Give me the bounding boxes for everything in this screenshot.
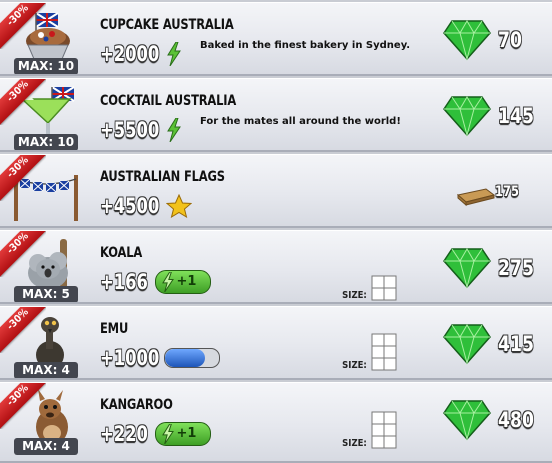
shop-item-australian-flags[interactable]: -30% AUSTRALIAN FLAGS +4500 175 — [0, 154, 552, 228]
shop-item-koala[interactable]: -30% MAX: 5 KOALA +166 +1 SIZE: 275 — [0, 230, 552, 304]
gem-icon — [443, 96, 491, 137]
energy-plus-badge: +1 — [155, 270, 212, 294]
size-grid-icon — [371, 333, 397, 371]
reward-amount: +1000 — [100, 346, 160, 370]
energy-bolt-icon — [167, 42, 181, 66]
reward-value: +1000 — [100, 345, 221, 371]
reward-amount: +2000 — [100, 42, 160, 66]
price-amount: 415 — [498, 332, 534, 356]
reward-amount: +220 — [100, 422, 148, 446]
item-description: Baked in the finest bakery in Sydney. — [200, 40, 411, 51]
size-indicator: SIZE: — [340, 333, 397, 371]
discount-ribbon: -30% — [0, 383, 46, 429]
buy-button[interactable]: 480 — [440, 395, 550, 445]
size-indicator: SIZE: — [340, 275, 397, 301]
item-name: EMU — [100, 321, 129, 337]
max-quantity-label: MAX: 4 — [14, 438, 78, 455]
reward-value: +4500 — [100, 193, 193, 219]
buy-button[interactable]: 145 — [440, 91, 550, 141]
buy-button[interactable]: 70 — [440, 15, 550, 65]
size-indicator: SIZE: — [340, 411, 397, 449]
discount-ribbon: -30% — [0, 79, 46, 125]
size-label: SIZE: — [342, 438, 367, 449]
gem-icon — [443, 324, 491, 365]
shop-item-kangaroo[interactable]: -30% MAX: 4 KANGAROO +220 +1 SIZE: 480 — [0, 382, 552, 463]
item-description: For the mates all around the world! — [200, 116, 401, 127]
wood-plank-icon — [456, 188, 496, 207]
size-grid-icon — [371, 275, 397, 301]
reward-value: +166 +1 — [100, 269, 212, 295]
reward-amount: +4500 — [100, 194, 160, 218]
reward-value: +5500 — [100, 117, 182, 143]
buy-button[interactable]: 275 — [440, 243, 550, 293]
energy-plus-badge: +1 — [155, 422, 212, 446]
reward-amount: +166 — [100, 270, 148, 294]
discount-ribbon: -30% — [0, 231, 46, 277]
item-name: KOALA — [100, 245, 143, 261]
max-quantity-label: MAX: 5 — [14, 286, 78, 302]
item-name: COCKTAIL AUSTRALIA — [100, 93, 237, 109]
shop-item-cupcake-australia[interactable]: -30% MAX: 10 CUPCAKE AUSTRALIA +2000 Bak… — [0, 2, 552, 76]
price-amount: 275 — [498, 256, 534, 280]
gem-icon — [443, 248, 491, 289]
energy-plus-value: +1 — [176, 426, 197, 441]
energy-plus-value: +1 — [176, 274, 197, 289]
size-label: SIZE: — [342, 360, 367, 371]
shop-item-list: -30% MAX: 10 CUPCAKE AUSTRALIA +2000 Bak… — [0, 0, 552, 463]
max-quantity-label: MAX: 10 — [14, 58, 78, 74]
gem-icon — [443, 400, 491, 441]
price-amount: 70 — [498, 28, 522, 52]
item-name: KANGAROO — [100, 397, 173, 413]
energy-bolt-icon — [162, 424, 175, 444]
item-name: AUSTRALIAN FLAGS — [100, 169, 225, 185]
buy-button[interactable]: 415 — [440, 319, 550, 369]
reward-amount: +5500 — [100, 118, 160, 142]
energy-bolt-icon — [162, 272, 175, 292]
buy-button[interactable]: 175 — [440, 167, 550, 217]
max-quantity-label: MAX: 10 — [14, 134, 78, 150]
item-name: CUPCAKE AUSTRALIA — [100, 17, 234, 33]
gem-icon — [443, 20, 491, 61]
blue-bar-icon — [164, 348, 221, 368]
shop-item-emu[interactable]: -30% MAX: 4 EMU +1000 SIZE: 415 — [0, 306, 552, 380]
max-quantity-label: MAX: 4 — [14, 362, 78, 378]
star-icon — [166, 194, 193, 218]
discount-ribbon: -30% — [0, 155, 46, 201]
size-label: SIZE: — [342, 290, 367, 301]
shop-item-cocktail-australia[interactable]: -30% MAX: 10 COCKTAIL AUSTRALIA +5500 Fo… — [0, 78, 552, 152]
reward-value: +220 +1 — [100, 421, 212, 447]
size-grid-icon — [371, 411, 397, 449]
discount-ribbon: -30% — [0, 307, 46, 353]
discount-ribbon: -30% — [0, 3, 46, 49]
price-amount: 480 — [498, 408, 534, 432]
reward-value: +2000 — [100, 41, 182, 67]
energy-bolt-icon — [167, 118, 181, 142]
price-amount: 175 — [495, 184, 519, 200]
price-amount: 145 — [498, 104, 534, 128]
